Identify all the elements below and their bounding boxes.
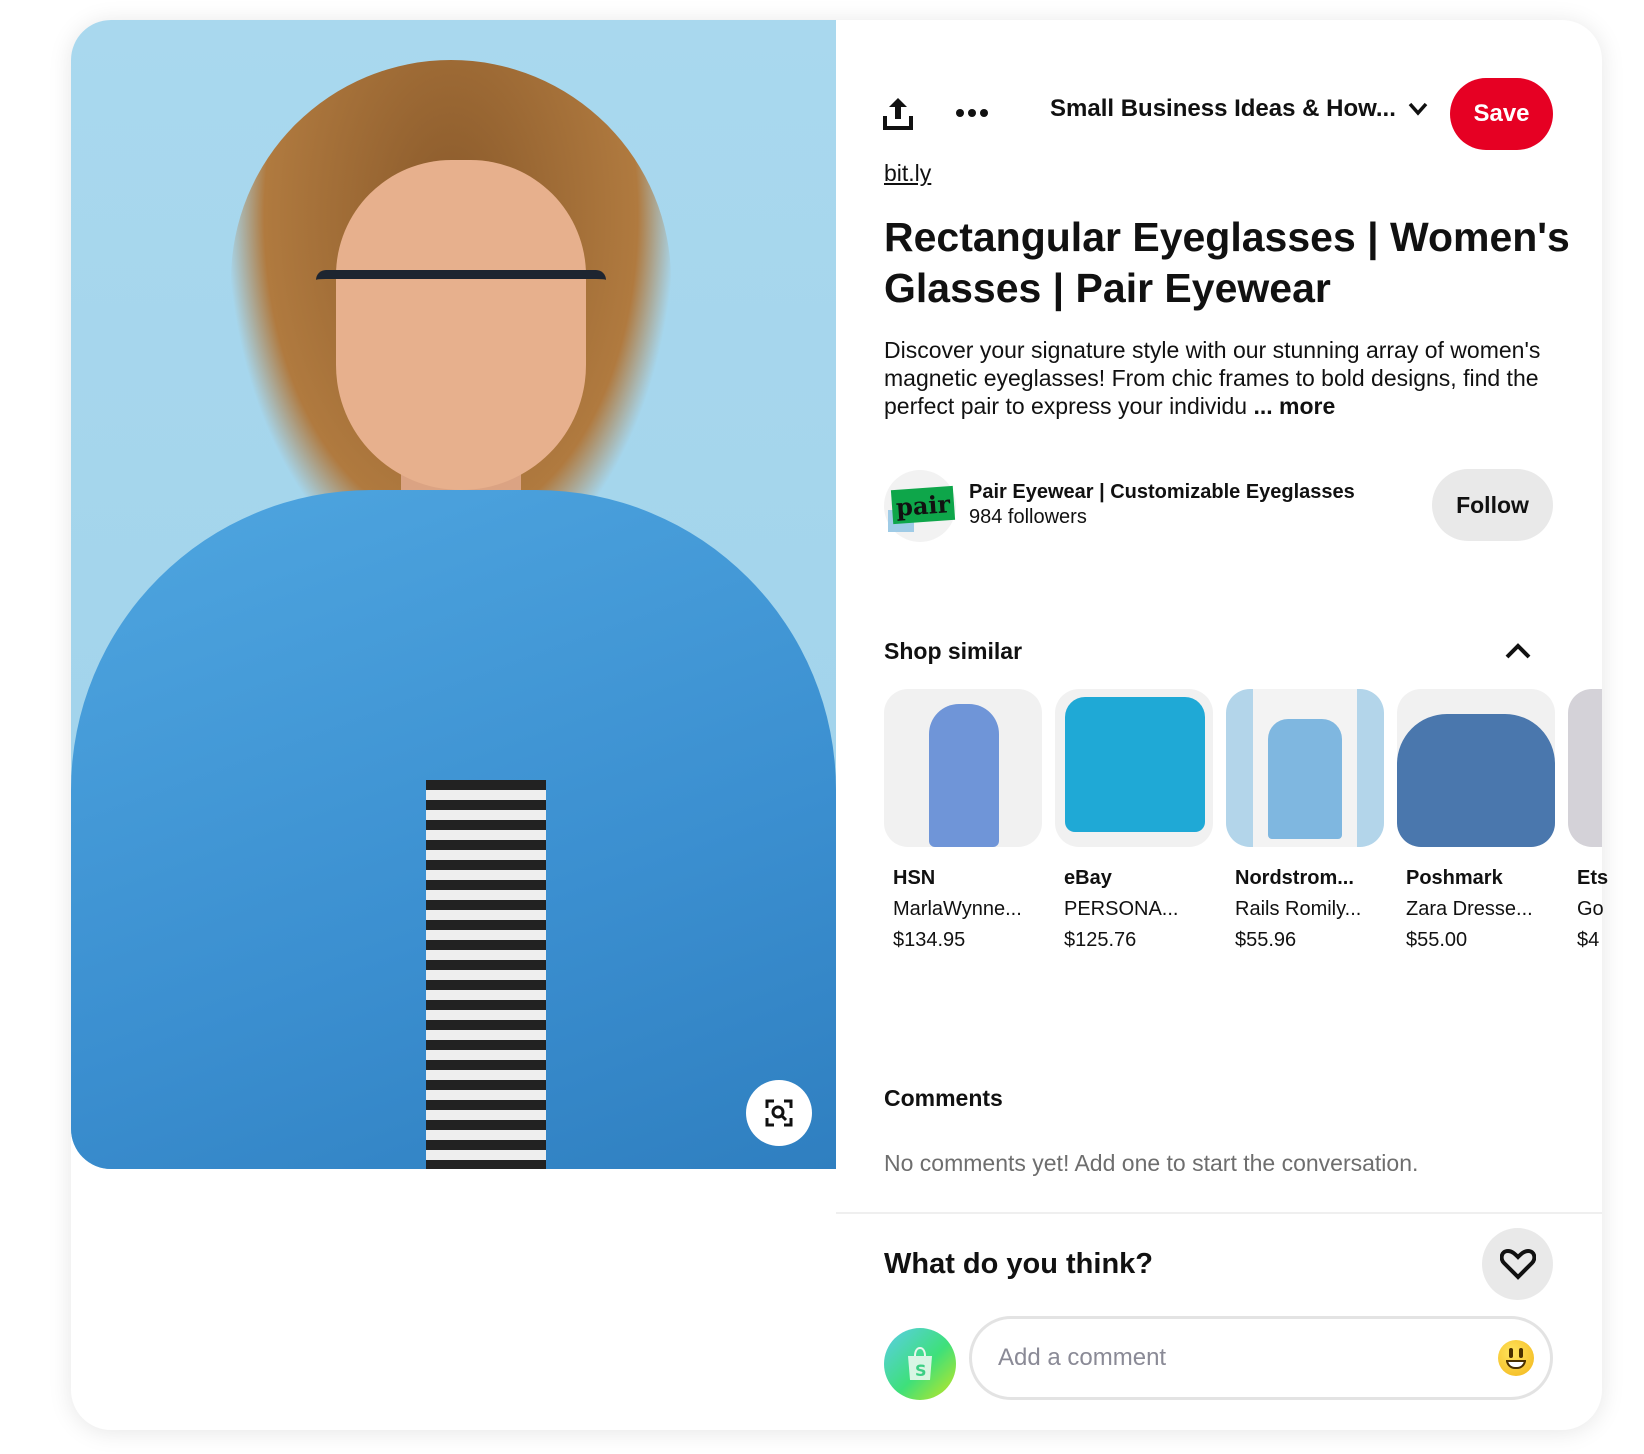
source-link[interactable]: bit.ly <box>884 160 931 187</box>
follow-button[interactable]: Follow <box>1432 469 1553 541</box>
owner-logo: pair <box>890 485 956 525</box>
comment-prompt: What do you think? <box>884 1248 1154 1280</box>
more-icon <box>956 109 988 117</box>
description-text: Discover your signature style with our s… <box>884 337 1541 419</box>
user-avatar[interactable]: S <box>884 1328 956 1400</box>
product-store: Poshmark <box>1406 867 1503 889</box>
image-shirt <box>426 780 546 1169</box>
comment-input[interactable] <box>998 1344 1498 1372</box>
product-card[interactable]: Poshmark Zara Dresse... $55.00 <box>1397 689 1555 952</box>
shop-similar-title: Shop similar <box>884 638 1023 664</box>
chevron-up-icon <box>1505 643 1531 659</box>
heart-icon <box>1499 1248 1536 1280</box>
pin-image[interactable] <box>71 20 836 1169</box>
svg-text:S: S <box>915 1361 927 1380</box>
product-price: $4 <box>1577 929 1600 951</box>
comment-field[interactable] <box>969 1316 1553 1400</box>
product-image <box>884 689 1042 847</box>
comments-title: Comments <box>884 1085 1003 1111</box>
product-image <box>1397 689 1555 847</box>
product-price: $134.95 <box>893 929 966 951</box>
product-image <box>1568 689 1602 847</box>
product-card[interactable]: eBay PERSONA... $125.76 <box>1055 689 1213 952</box>
share-button[interactable] <box>880 96 916 132</box>
product-card[interactable]: HSN MarlaWynne... $134.95 <box>884 689 1042 952</box>
pin-description: Discover your signature style with our s… <box>884 336 1564 420</box>
product-price: $55.00 <box>1406 929 1468 951</box>
product-card[interactable]: Nordstrom... Rails Romily... $55.96 <box>1226 689 1384 952</box>
product-store: eBay <box>1064 867 1112 889</box>
more-link[interactable]: ... more <box>1253 393 1335 419</box>
product-price: $55.96 <box>1235 929 1297 951</box>
board-name: Small Business Ideas & How... <box>1050 95 1396 122</box>
no-comments-text: No comments yet! Add one to start the co… <box>884 1150 1419 1176</box>
product-name: Go <box>1577 898 1604 920</box>
image-glasses <box>316 270 606 330</box>
visual-search-icon <box>765 1099 793 1127</box>
more-options-button[interactable] <box>950 98 994 128</box>
product-name: PERSONA... <box>1064 898 1179 920</box>
pin-title: Rectangular Eyeglasses | Women's Glasses… <box>884 214 1570 311</box>
emoji-icon[interactable] <box>1498 1340 1534 1376</box>
share-icon <box>883 98 913 130</box>
product-name: Zara Dresse... <box>1406 898 1533 920</box>
product-image <box>1226 689 1384 847</box>
owner-followers: 984 followers <box>969 506 1087 528</box>
product-store: Ets <box>1577 867 1609 889</box>
owner-avatar[interactable]: pair <box>884 470 956 542</box>
divider <box>836 1212 1602 1214</box>
product-price: $125.76 <box>1064 929 1137 951</box>
collapse-shop-button[interactable] <box>1500 636 1536 666</box>
owner-name[interactable]: Pair Eyewear | Customizable Eyeglasses <box>969 481 1355 504</box>
product-name: Rails Romily... <box>1235 898 1362 920</box>
product-store: HSN <box>893 867 936 889</box>
save-button[interactable]: Save <box>1450 78 1553 150</box>
visual-search-button[interactable] <box>746 1080 812 1146</box>
product-card[interactable]: Ets Go $4 <box>1568 689 1609 952</box>
react-button[interactable] <box>1482 1228 1553 1300</box>
product-name: MarlaWynne... <box>893 898 1022 920</box>
product-store: Nordstrom... <box>1235 867 1354 889</box>
board-selector[interactable]: Small Business Ideas & How... <box>1050 95 1428 123</box>
shopify-bag-icon: S <box>908 1346 932 1380</box>
chevron-down-icon <box>1408 102 1428 116</box>
product-image <box>1055 689 1213 847</box>
